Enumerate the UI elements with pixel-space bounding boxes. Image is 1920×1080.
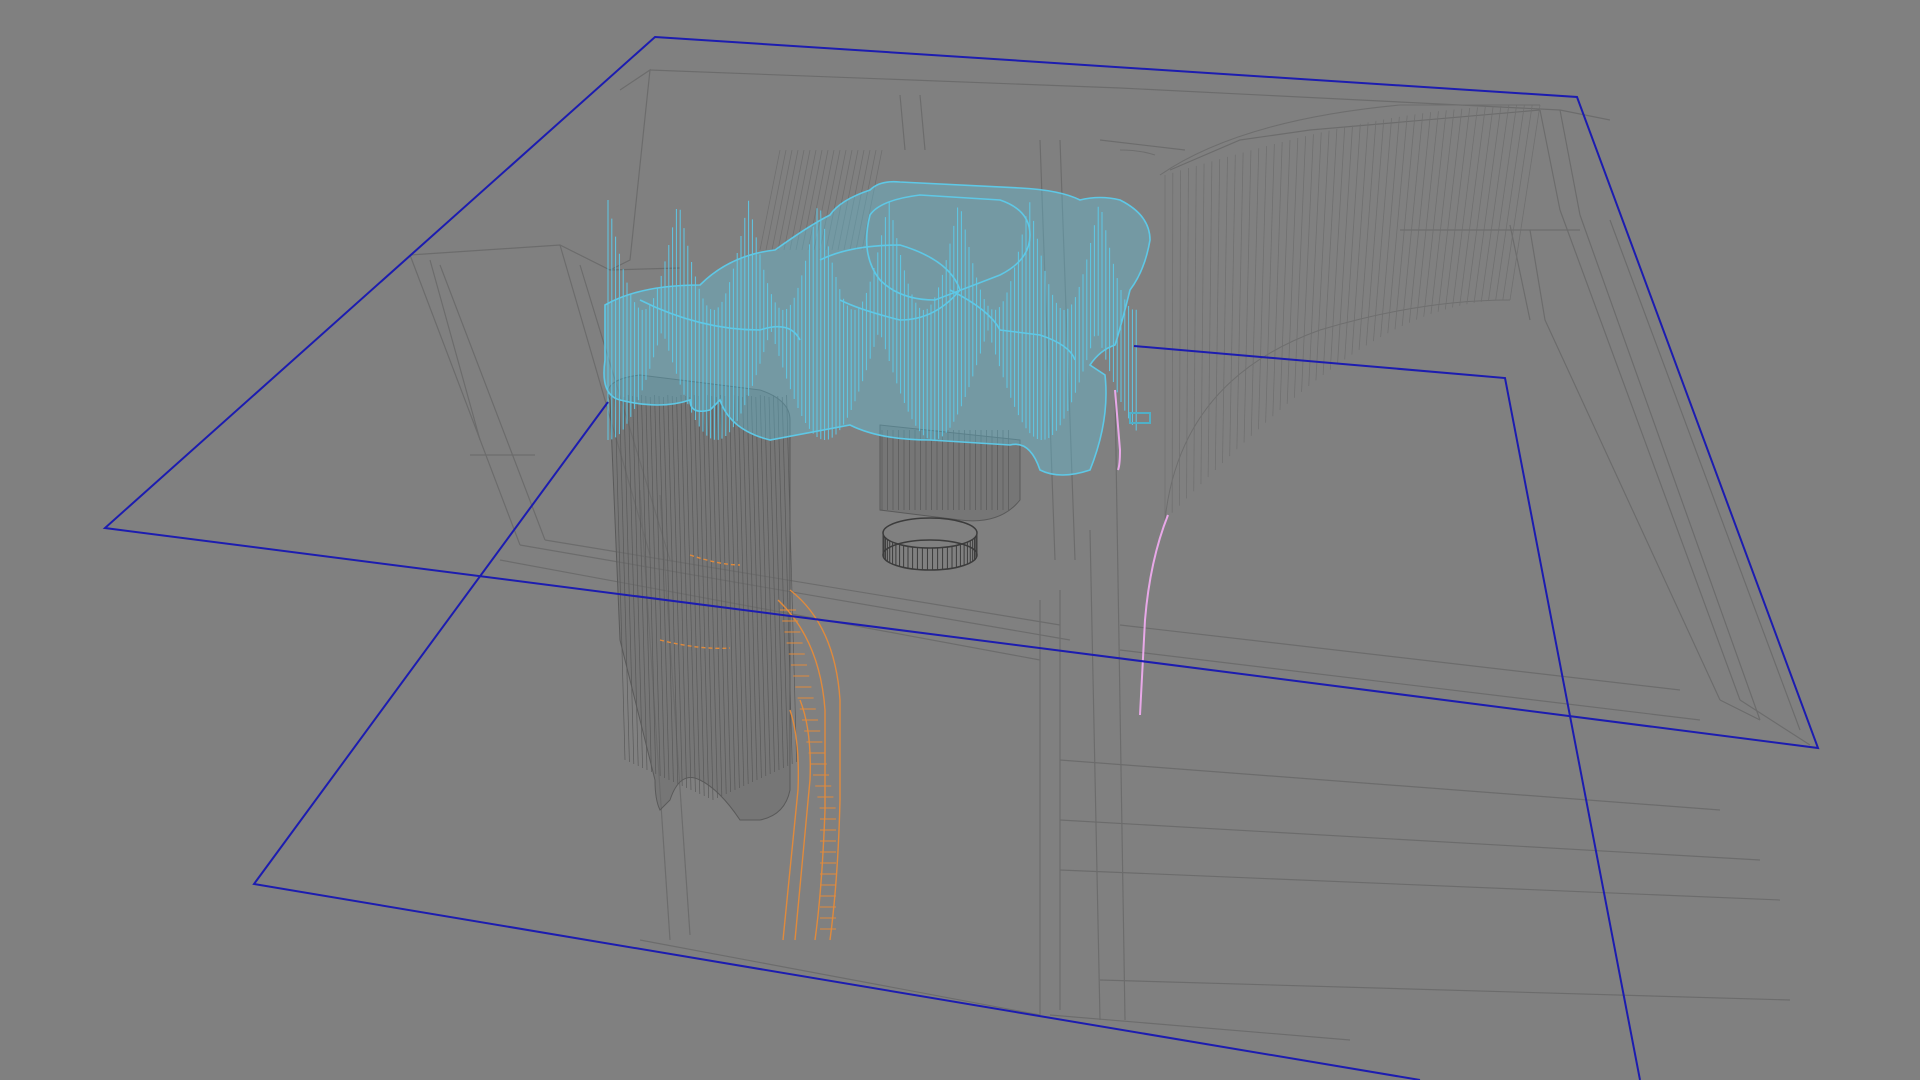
- 3d-viewport[interactable]: [0, 0, 1920, 1080]
- viewport-canvas[interactable]: [0, 0, 1920, 1080]
- ring-base[interactable]: [882, 517, 978, 571]
- pink-path[interactable]: [1114, 389, 1169, 716]
- ring-ribs: [882, 533, 978, 570]
- canopy-connector[interactable]: [1129, 412, 1151, 424]
- curved-wall[interactable]: [1119, 104, 1540, 521]
